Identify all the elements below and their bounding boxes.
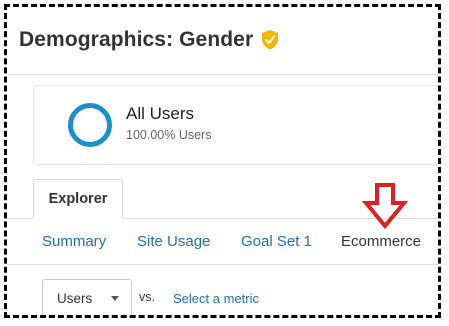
screenshot-frame: Demographics: Gender All Users 100.00% U… bbox=[4, 4, 441, 318]
divider bbox=[7, 264, 438, 265]
tab-explorer[interactable]: Explorer bbox=[33, 179, 123, 219]
vs-label: vs. bbox=[139, 290, 155, 304]
select-metric-link[interactable]: Select a metric bbox=[173, 291, 259, 306]
segment-name: All Users bbox=[126, 104, 195, 123]
verified-check-icon bbox=[261, 30, 279, 50]
segment-card[interactable]: All Users 100.00% Users bbox=[33, 85, 438, 165]
page-title-text: Demographics: Gender bbox=[19, 28, 254, 51]
down-arrow-icon bbox=[362, 183, 408, 230]
primary-metric-select[interactable]: Users bbox=[42, 279, 132, 315]
divider bbox=[7, 74, 438, 75]
caret-down-icon bbox=[111, 296, 119, 301]
report-subnav: Summary Site Usage Goal Set 1 Ecommerce bbox=[7, 233, 438, 253]
segment-subtitle: 100.00% Users bbox=[126, 128, 212, 142]
primary-metric-value: Users bbox=[57, 290, 93, 306]
subnav-ecommerce[interactable]: Ecommerce bbox=[341, 233, 421, 250]
subnav-summary[interactable]: Summary bbox=[42, 233, 106, 250]
page-title: Demographics: Gender bbox=[19, 28, 279, 52]
segment-ring-icon bbox=[68, 103, 112, 147]
subnav-site-usage[interactable]: Site Usage bbox=[137, 233, 210, 250]
subnav-goal-set-1[interactable]: Goal Set 1 bbox=[241, 233, 312, 250]
